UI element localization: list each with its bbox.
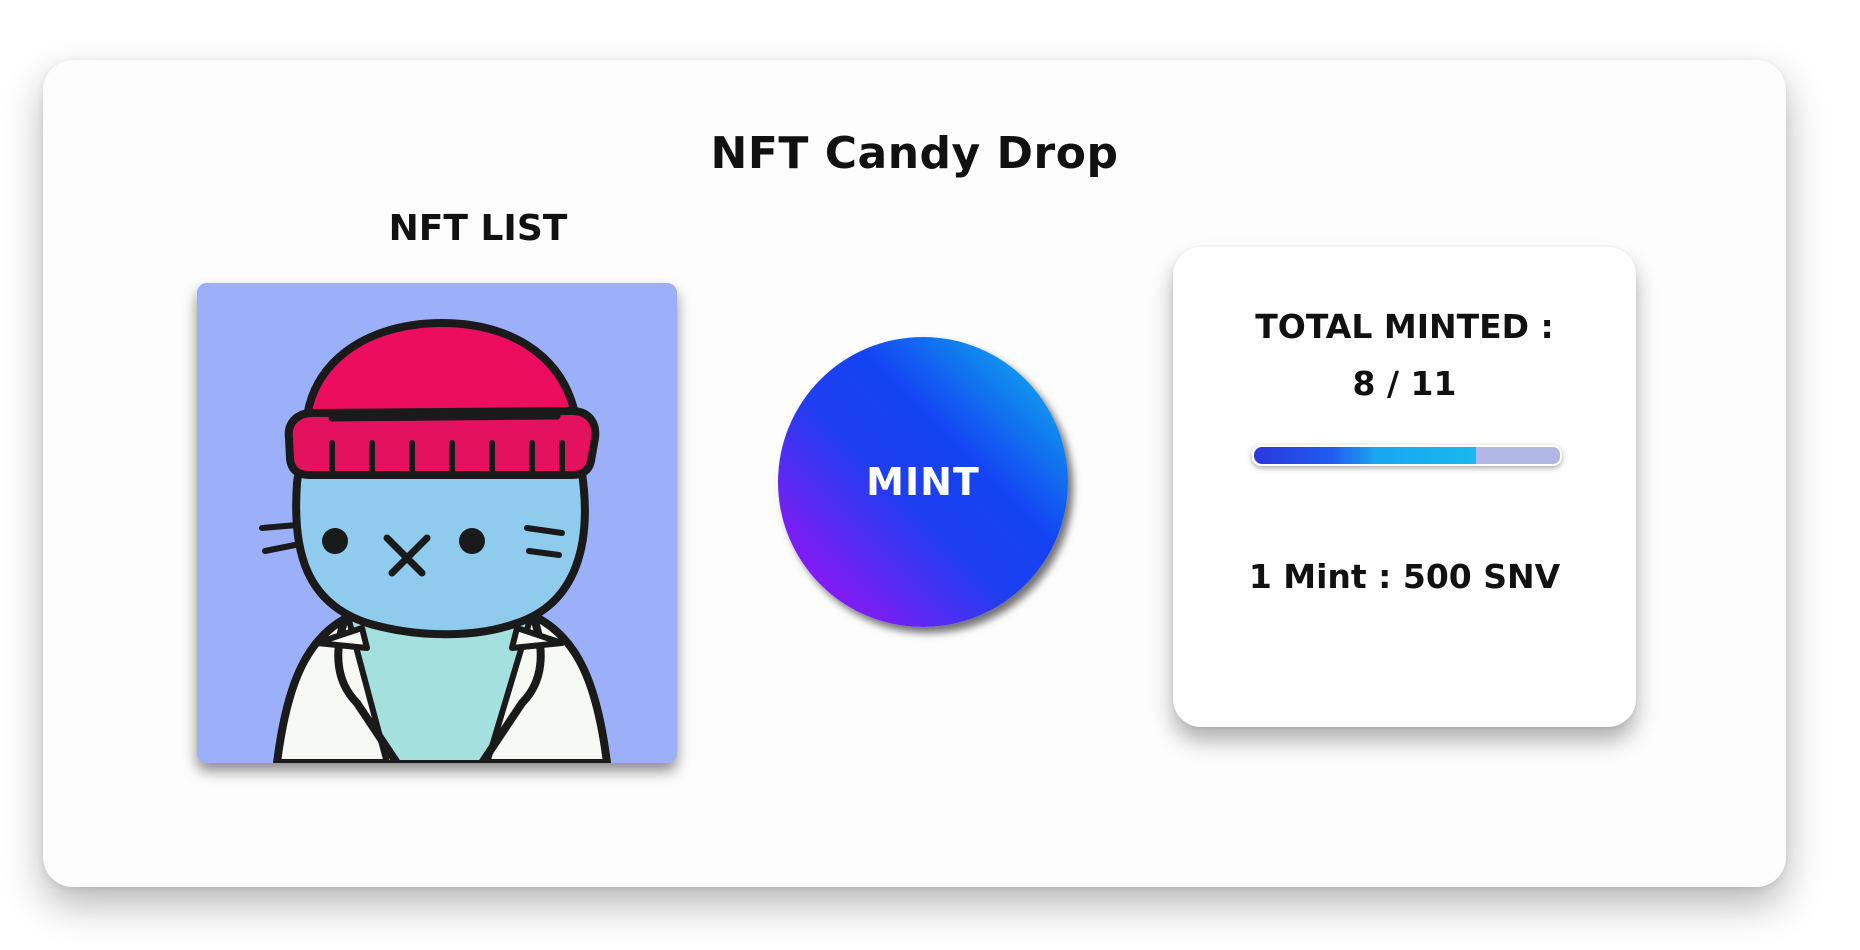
- stats-card: TOTAL MINTED : 8 / 11 1 Mint : 500 SNV: [1173, 247, 1636, 727]
- mint-price: 1 Mint : 500 SNV: [1248, 557, 1561, 596]
- minted-count: 8 / 11: [1352, 364, 1457, 403]
- nft-image[interactable]: [197, 283, 677, 763]
- mint-progress-fill: [1254, 447, 1477, 464]
- main-card: NFT Candy Drop NFT LIST MINT TOTAL MINTE…: [43, 60, 1786, 887]
- mint-button[interactable]: MINT: [778, 337, 1068, 627]
- page-title: NFT Candy Drop: [710, 128, 1119, 179]
- mint-button-label: MINT: [866, 460, 980, 504]
- total-minted-label: TOTAL MINTED :: [1255, 307, 1554, 346]
- mint-progress-bar: [1252, 445, 1562, 466]
- cat-beanie-nft-icon: [197, 283, 677, 763]
- nft-list-title: NFT LIST: [388, 208, 568, 249]
